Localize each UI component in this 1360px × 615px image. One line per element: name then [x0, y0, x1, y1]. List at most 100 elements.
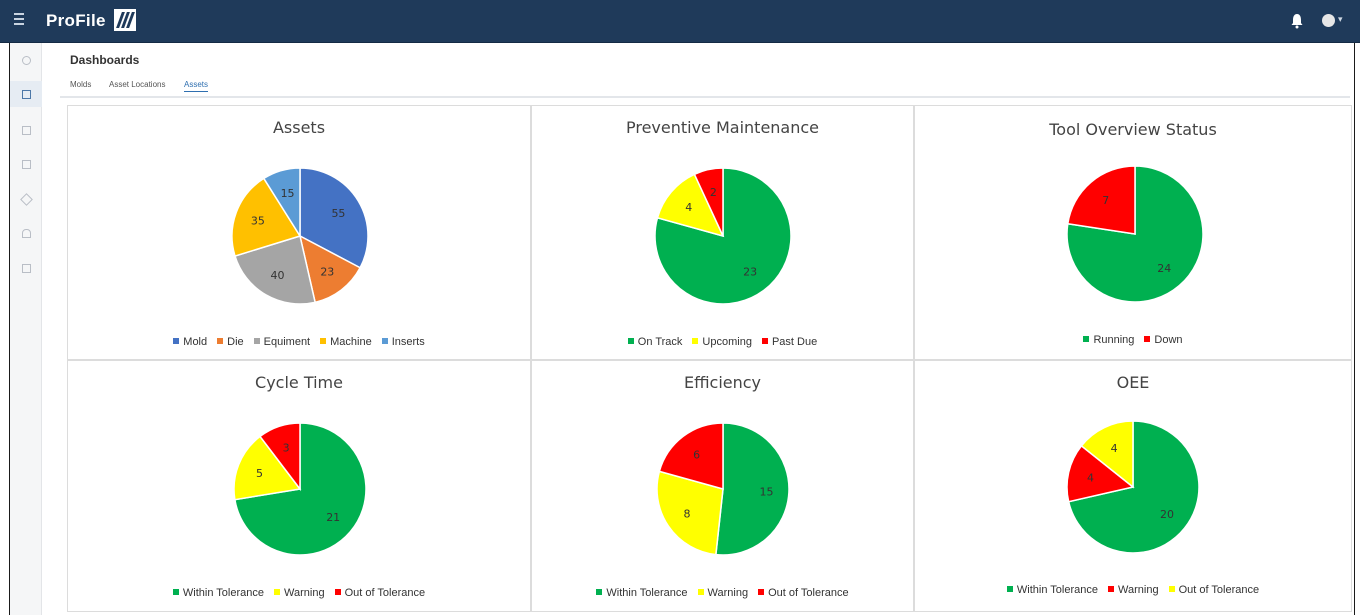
legend-label: Out of Tolerance: [768, 587, 849, 599]
chart-legend: Within Tolerance Warning Out of Tolerance: [68, 587, 530, 599]
legend-item-equiment[interactable]: Equiment: [253, 336, 311, 348]
legend-swatch: [217, 338, 224, 344]
legend-item-mold[interactable]: Mold: [173, 336, 207, 348]
legend-label: Running: [1093, 334, 1135, 346]
slice-value-label: 7: [1102, 194, 1109, 207]
pie-chart: 23 4 2: [654, 167, 792, 305]
legend-swatch: [1144, 336, 1151, 342]
legend-item-out-of-tolerance[interactable]: Out of Tolerance: [758, 587, 849, 599]
dashboard-icon[interactable]: [10, 81, 42, 107]
legend-item-die[interactable]: Die: [217, 336, 244, 348]
wrench-icon[interactable]: [10, 186, 42, 212]
legend-label: Within Tolerance: [1016, 584, 1099, 596]
slice-value-label: 3: [283, 442, 290, 455]
legend-swatch: [596, 589, 603, 595]
chart-legend: Within Tolerance Warning Out of Tolerance: [915, 584, 1351, 596]
legend-item-past-due[interactable]: Past Due: [761, 336, 818, 348]
slice-value-label: 23: [320, 266, 334, 279]
legend-swatch: [1006, 586, 1013, 592]
slice-value-label: 20: [1160, 508, 1174, 521]
slice-value-label: 40: [271, 269, 285, 282]
slice-value-label: 8: [683, 507, 690, 520]
legend-label: Past Due: [771, 336, 818, 348]
tab-asset-locations[interactable]: Asset Locations: [109, 80, 165, 89]
pie-chart: 21 5 3: [233, 422, 367, 556]
chart-legend: Mold Die Equiment Machine Inserts: [68, 336, 530, 348]
legend-item-within-tolerance[interactable]: Within Tolerance: [1006, 584, 1099, 596]
pie-chart: 1586: [656, 422, 790, 556]
legend-item-running[interactable]: Running: [1083, 334, 1134, 346]
legend-item-inserts[interactable]: Inserts: [381, 336, 425, 348]
legend-item-within-tolerance[interactable]: Within Tolerance: [172, 587, 265, 599]
assets-icon[interactable]: [10, 117, 42, 143]
legend-label: Warning: [707, 587, 749, 599]
chart-legend: Running Down: [915, 334, 1351, 346]
assets-chart-card: Assets 55 23 40 35 15 Mold Die Equiment Machine In…: [67, 105, 531, 360]
chart-legend: On Track Upcoming Past Due: [532, 336, 913, 348]
legend-swatch: [274, 589, 281, 595]
legend-swatch: [320, 338, 327, 344]
pie-chart: 55 23 40 35 15: [231, 167, 369, 305]
slice-value-label: 4: [1087, 471, 1094, 484]
legend-swatch: [1108, 586, 1115, 592]
legend-item-machine[interactable]: Machine: [320, 336, 372, 348]
slice-value-label: 5: [256, 467, 263, 480]
menu-icon[interactable]: [14, 13, 26, 27]
slice-value-label: 15: [759, 485, 773, 498]
legend-label: Warning: [284, 587, 325, 599]
slice-value-label: 55: [331, 207, 345, 220]
calendar-icon[interactable]: [10, 151, 42, 177]
legend-item-warning[interactable]: Warning: [1108, 584, 1159, 596]
alert-icon[interactable]: [10, 220, 42, 246]
legend-swatch: [692, 338, 699, 344]
legend-swatch: [761, 338, 768, 344]
tab-assets[interactable]: Assets: [184, 80, 209, 92]
legend-item-down[interactable]: Down: [1144, 334, 1183, 346]
slice-value-label: 6: [693, 448, 700, 461]
settings-icon[interactable]: [10, 47, 42, 73]
top-bar: ProFile ▾: [0, 0, 1360, 43]
tab-molds[interactable]: Molds: [70, 80, 91, 89]
slice-value-label: 4: [1111, 442, 1118, 455]
legend-item-within-tolerance[interactable]: Within Tolerance: [596, 587, 688, 599]
legend-label: Out of Tolerance: [344, 587, 426, 599]
user-avatar[interactable]: [1322, 14, 1335, 27]
legend-label: Inserts: [391, 336, 425, 348]
legend-label: On Track: [637, 336, 683, 348]
slice-value-label: 4: [685, 201, 692, 214]
slice-value-label: 35: [251, 214, 265, 227]
chevron-down-icon[interactable]: ▾: [1338, 14, 1343, 25]
tabs-divider: [60, 96, 1350, 98]
slice-value-label: 15: [281, 187, 295, 200]
legend-swatch: [1083, 336, 1090, 342]
legend-label: Upcoming: [702, 336, 752, 348]
efficiency-chart-card: Efficiency 15 8 6 Within Tolerance Warning Out…: [531, 360, 914, 612]
legend-label: Within Tolerance: [606, 587, 688, 599]
page-border-right: [1354, 43, 1355, 615]
brand-logo: [114, 9, 136, 31]
report-icon[interactable]: [10, 255, 42, 281]
legend-swatch: [627, 338, 634, 344]
bell-icon[interactable]: [1290, 13, 1304, 29]
legend-item-out-of-tolerance[interactable]: Out of Tolerance: [1168, 584, 1259, 596]
legend-item-warning[interactable]: Warning: [274, 587, 325, 599]
legend-item-warning[interactable]: Warning: [697, 587, 749, 599]
legend-item-upcoming[interactable]: Upcoming: [692, 336, 752, 348]
legend-swatch: [758, 589, 765, 595]
chart-legend: Within Tolerance Warning Out of Tolerance: [532, 587, 913, 599]
legend-item-on-track[interactable]: On Track: [627, 336, 683, 348]
legend-label: Equiment: [263, 336, 311, 348]
pie-chart: 2044: [1066, 420, 1200, 554]
legend-label: Within Tolerance: [182, 587, 265, 599]
oee-chart-card: OEE 20 4 4 Within Tolerance Warning Out of Tol…: [914, 360, 1352, 612]
pie-slice-within-tolerance[interactable]: [715, 422, 790, 556]
slice-value-label: 23: [743, 266, 757, 279]
legend-swatch: [173, 338, 180, 344]
slice-value-label: 24: [1157, 262, 1171, 275]
legend-label: Die: [227, 336, 244, 348]
legend-label: Down: [1154, 334, 1183, 346]
legend-label: Mold: [183, 336, 208, 348]
legend-item-out-of-tolerance[interactable]: Out of Tolerance: [334, 587, 426, 599]
cycle-time-chart-card: Cycle Time 21 5 3 Within Tolerance Warning Out…: [67, 360, 531, 612]
legend-swatch: [253, 338, 260, 344]
